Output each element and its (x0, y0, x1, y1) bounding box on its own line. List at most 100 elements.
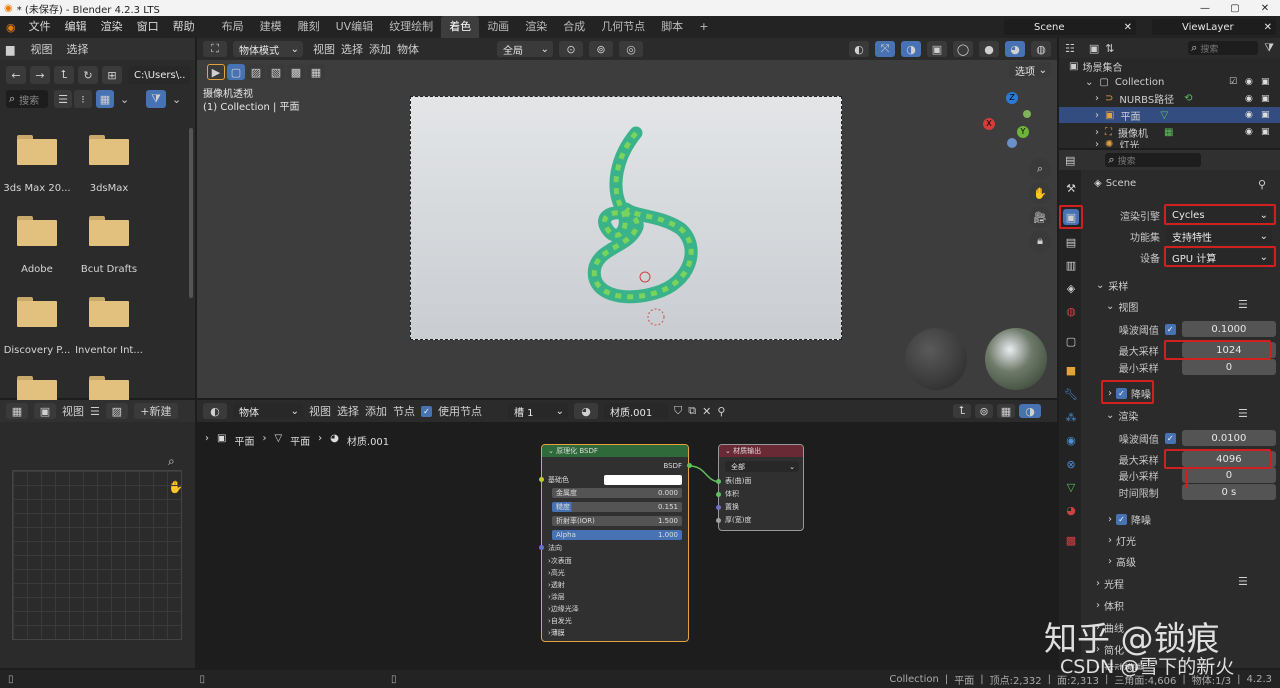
vp-noise-threshold-field[interactable]: 0.1000 (1181, 321, 1276, 337)
gizmo-z[interactable]: Z (1006, 92, 1018, 104)
material-shading-icon[interactable]: ◕ (1005, 41, 1025, 57)
outliner-search[interactable]: ⌕ 搜索 (1188, 41, 1259, 55)
vp-denoise-subpanel[interactable]: › ✓ 降噪 (1108, 386, 1151, 401)
editor-type-icon[interactable]: ▦ (6, 403, 28, 419)
overlay-icon[interactable]: ◑ (1019, 404, 1041, 418)
select-subtract-icon[interactable]: ▧ (267, 64, 285, 80)
menu-help[interactable]: 帮助 (166, 16, 202, 38)
world-tab-icon[interactable]: ◍ (1063, 303, 1079, 319)
surface-socket[interactable] (716, 479, 721, 484)
feature-set-dropdown[interactable]: 支持特性 ⌄ (1166, 228, 1272, 244)
folder-icon[interactable] (17, 297, 57, 327)
menu-window[interactable]: 窗口 (130, 16, 166, 38)
rendered-shading-icon[interactable]: ◍ (1031, 41, 1051, 57)
vp-menu-add[interactable]: 添加 (369, 41, 391, 57)
device-dropdown[interactable]: GPU 计算 ⌄ (1166, 249, 1272, 265)
gizmo-neg-z[interactable] (1007, 138, 1017, 148)
folder-icon[interactable]: ▆ (6, 43, 14, 56)
tab-layout[interactable]: 布局 (214, 16, 252, 38)
new-folder-icon[interactable]: ⊞ (102, 66, 122, 84)
tab-texture-paint[interactable]: 纹理绘制 (381, 16, 441, 38)
gizmo-neg-y[interactable] (1023, 110, 1031, 118)
vp-min-samples-field[interactable]: 0 (1181, 359, 1276, 375)
r-noise-threshold-field[interactable]: 0.0100 (1181, 430, 1276, 446)
list-icon[interactable]: ☰ (1238, 298, 1248, 311)
material-name-field[interactable]: 材质.001 (604, 403, 668, 419)
parent-icon[interactable]: ⮤ (54, 66, 74, 84)
constraints-tab-icon[interactable]: ⊗ (1063, 456, 1079, 472)
scene-collection-row[interactable]: ▣ 场景集合 (1069, 58, 1280, 74)
particles-tab-icon[interactable]: ⁂ (1063, 409, 1079, 425)
properties-editor-icon[interactable]: ▤ (1065, 154, 1075, 167)
displacement-socket[interactable] (716, 505, 721, 510)
image-browse-icon[interactable]: ▨ (105, 403, 128, 419)
ior-field[interactable]: 折射率(IOR) 1.500 (552, 516, 682, 526)
output-target-dropdown[interactable]: 全部 ⌄ (725, 461, 799, 472)
folder-icon[interactable] (89, 297, 129, 327)
uv-grid[interactable] (12, 470, 182, 640)
navigation-gizmo[interactable]: Z X Y (977, 90, 1047, 160)
3d-cursor-icon[interactable] (647, 308, 665, 326)
path-field[interactable]: C:\Users\... (128, 66, 190, 84)
forward-icon[interactable]: → (30, 66, 50, 84)
select-tool-icon[interactable]: ▶ (207, 64, 225, 80)
tool-tab-icon[interactable]: ⚒ (1063, 180, 1079, 196)
panel-emission[interactable]: › 自发光 (548, 616, 682, 626)
eye-icon[interactable]: ◉ (1245, 94, 1255, 104)
editor-type-icon[interactable]: ◐ (203, 403, 227, 419)
filter-icon[interactable]: ⧩ (1264, 41, 1274, 55)
view-layer-tab-icon[interactable]: ▥ (1063, 257, 1079, 273)
pin-icon[interactable]: ⚲ (1258, 178, 1266, 191)
texture-tab-icon[interactable]: ▩ (1063, 532, 1079, 548)
denoise-checkbox[interactable]: ✓ (1116, 514, 1127, 525)
short-list-icon[interactable]: ⁝ (74, 90, 92, 108)
material-output-node[interactable]: ⌄ 材质输出 全部 ⌄ 表(曲)面 体积 置换 厚(宽)度 (716, 444, 804, 531)
properties-search[interactable]: ⌕ 搜索 (1105, 153, 1202, 167)
select-invert-icon[interactable]: ▩ (287, 64, 305, 80)
proportional-edit-icon[interactable]: ◎ (619, 41, 643, 57)
gizmo-y[interactable]: Y (1017, 126, 1029, 138)
metallic-field[interactable]: 金属度 0.000 (552, 488, 682, 498)
base-color-swatch[interactable] (604, 475, 682, 485)
menu-icon[interactable]: ☰ (90, 405, 100, 418)
ne-menu-view[interactable]: 视图 (309, 403, 331, 419)
material-tab-icon[interactable]: ◕ (1063, 502, 1079, 518)
data-tab-icon[interactable]: ▽ (1063, 479, 1079, 495)
shield-icon[interactable]: ⛉ (674, 404, 682, 418)
principled-bsdf-node[interactable]: ⌄ 原理化 BSDF BSDF 基础色 金属度 0.000 糙度 0.151 折射率… (539, 444, 692, 642)
snap-icon[interactable]: ⊚ (975, 404, 993, 418)
tab-shading[interactable]: 着色 (441, 16, 480, 38)
blender-menu-icon[interactable]: ◉ (0, 21, 22, 34)
select-box-icon[interactable]: ▢ (227, 64, 245, 80)
scrollbar[interactable] (189, 128, 193, 298)
normal-socket[interactable] (539, 545, 544, 550)
snap-icon[interactable]: ⊚ (589, 41, 613, 57)
pivot-icon[interactable]: ⊙ (559, 41, 583, 57)
vp-menu-object[interactable]: 物体 (397, 41, 419, 57)
camera-view-icon[interactable]: 🎥︎ (1029, 206, 1051, 228)
alpha-field[interactable]: Alpha 1.000 (552, 530, 682, 540)
tab-rendering[interactable]: 渲染 (517, 16, 555, 38)
close-button[interactable]: ✕ (1250, 0, 1280, 16)
viewport-subpanel[interactable]: ⌄ 视图 (1106, 299, 1138, 314)
tab-compositing[interactable]: 合成 (555, 16, 593, 38)
r-min-samples-field[interactable]: 0 (1181, 467, 1276, 483)
sampling-panel[interactable]: ⌄ 采样 (1096, 278, 1128, 293)
lock-icon[interactable]: 🔒︎ (1029, 230, 1051, 252)
panel-specular[interactable]: › 高光 (548, 568, 682, 578)
folder-icon[interactable] (89, 216, 129, 246)
sort-icon[interactable]: ⇅ (1105, 42, 1114, 55)
mode-dropdown[interactable]: 物体模式 ⌄ (233, 41, 303, 57)
lights-subpanel[interactable]: › 灯光 (1108, 533, 1136, 548)
vp-menu-view[interactable]: 视图 (313, 41, 335, 57)
gizmo-x[interactable]: X (983, 118, 995, 130)
maximize-button[interactable]: ▢ (1220, 0, 1250, 16)
eye-icon[interactable]: ◉ (1245, 127, 1255, 137)
tab-animation[interactable]: 动画 (479, 16, 517, 38)
solid-shading-icon[interactable]: ● (979, 41, 999, 57)
folder-icon[interactable] (17, 216, 57, 246)
panel-thin-film[interactable]: › 薄膜 (548, 628, 682, 638)
list-view-icon[interactable]: ☰ (54, 90, 72, 108)
ne-menu-node[interactable]: 节点 (393, 403, 415, 419)
fb-search-input[interactable]: ⌕ 搜索 (6, 90, 48, 108)
